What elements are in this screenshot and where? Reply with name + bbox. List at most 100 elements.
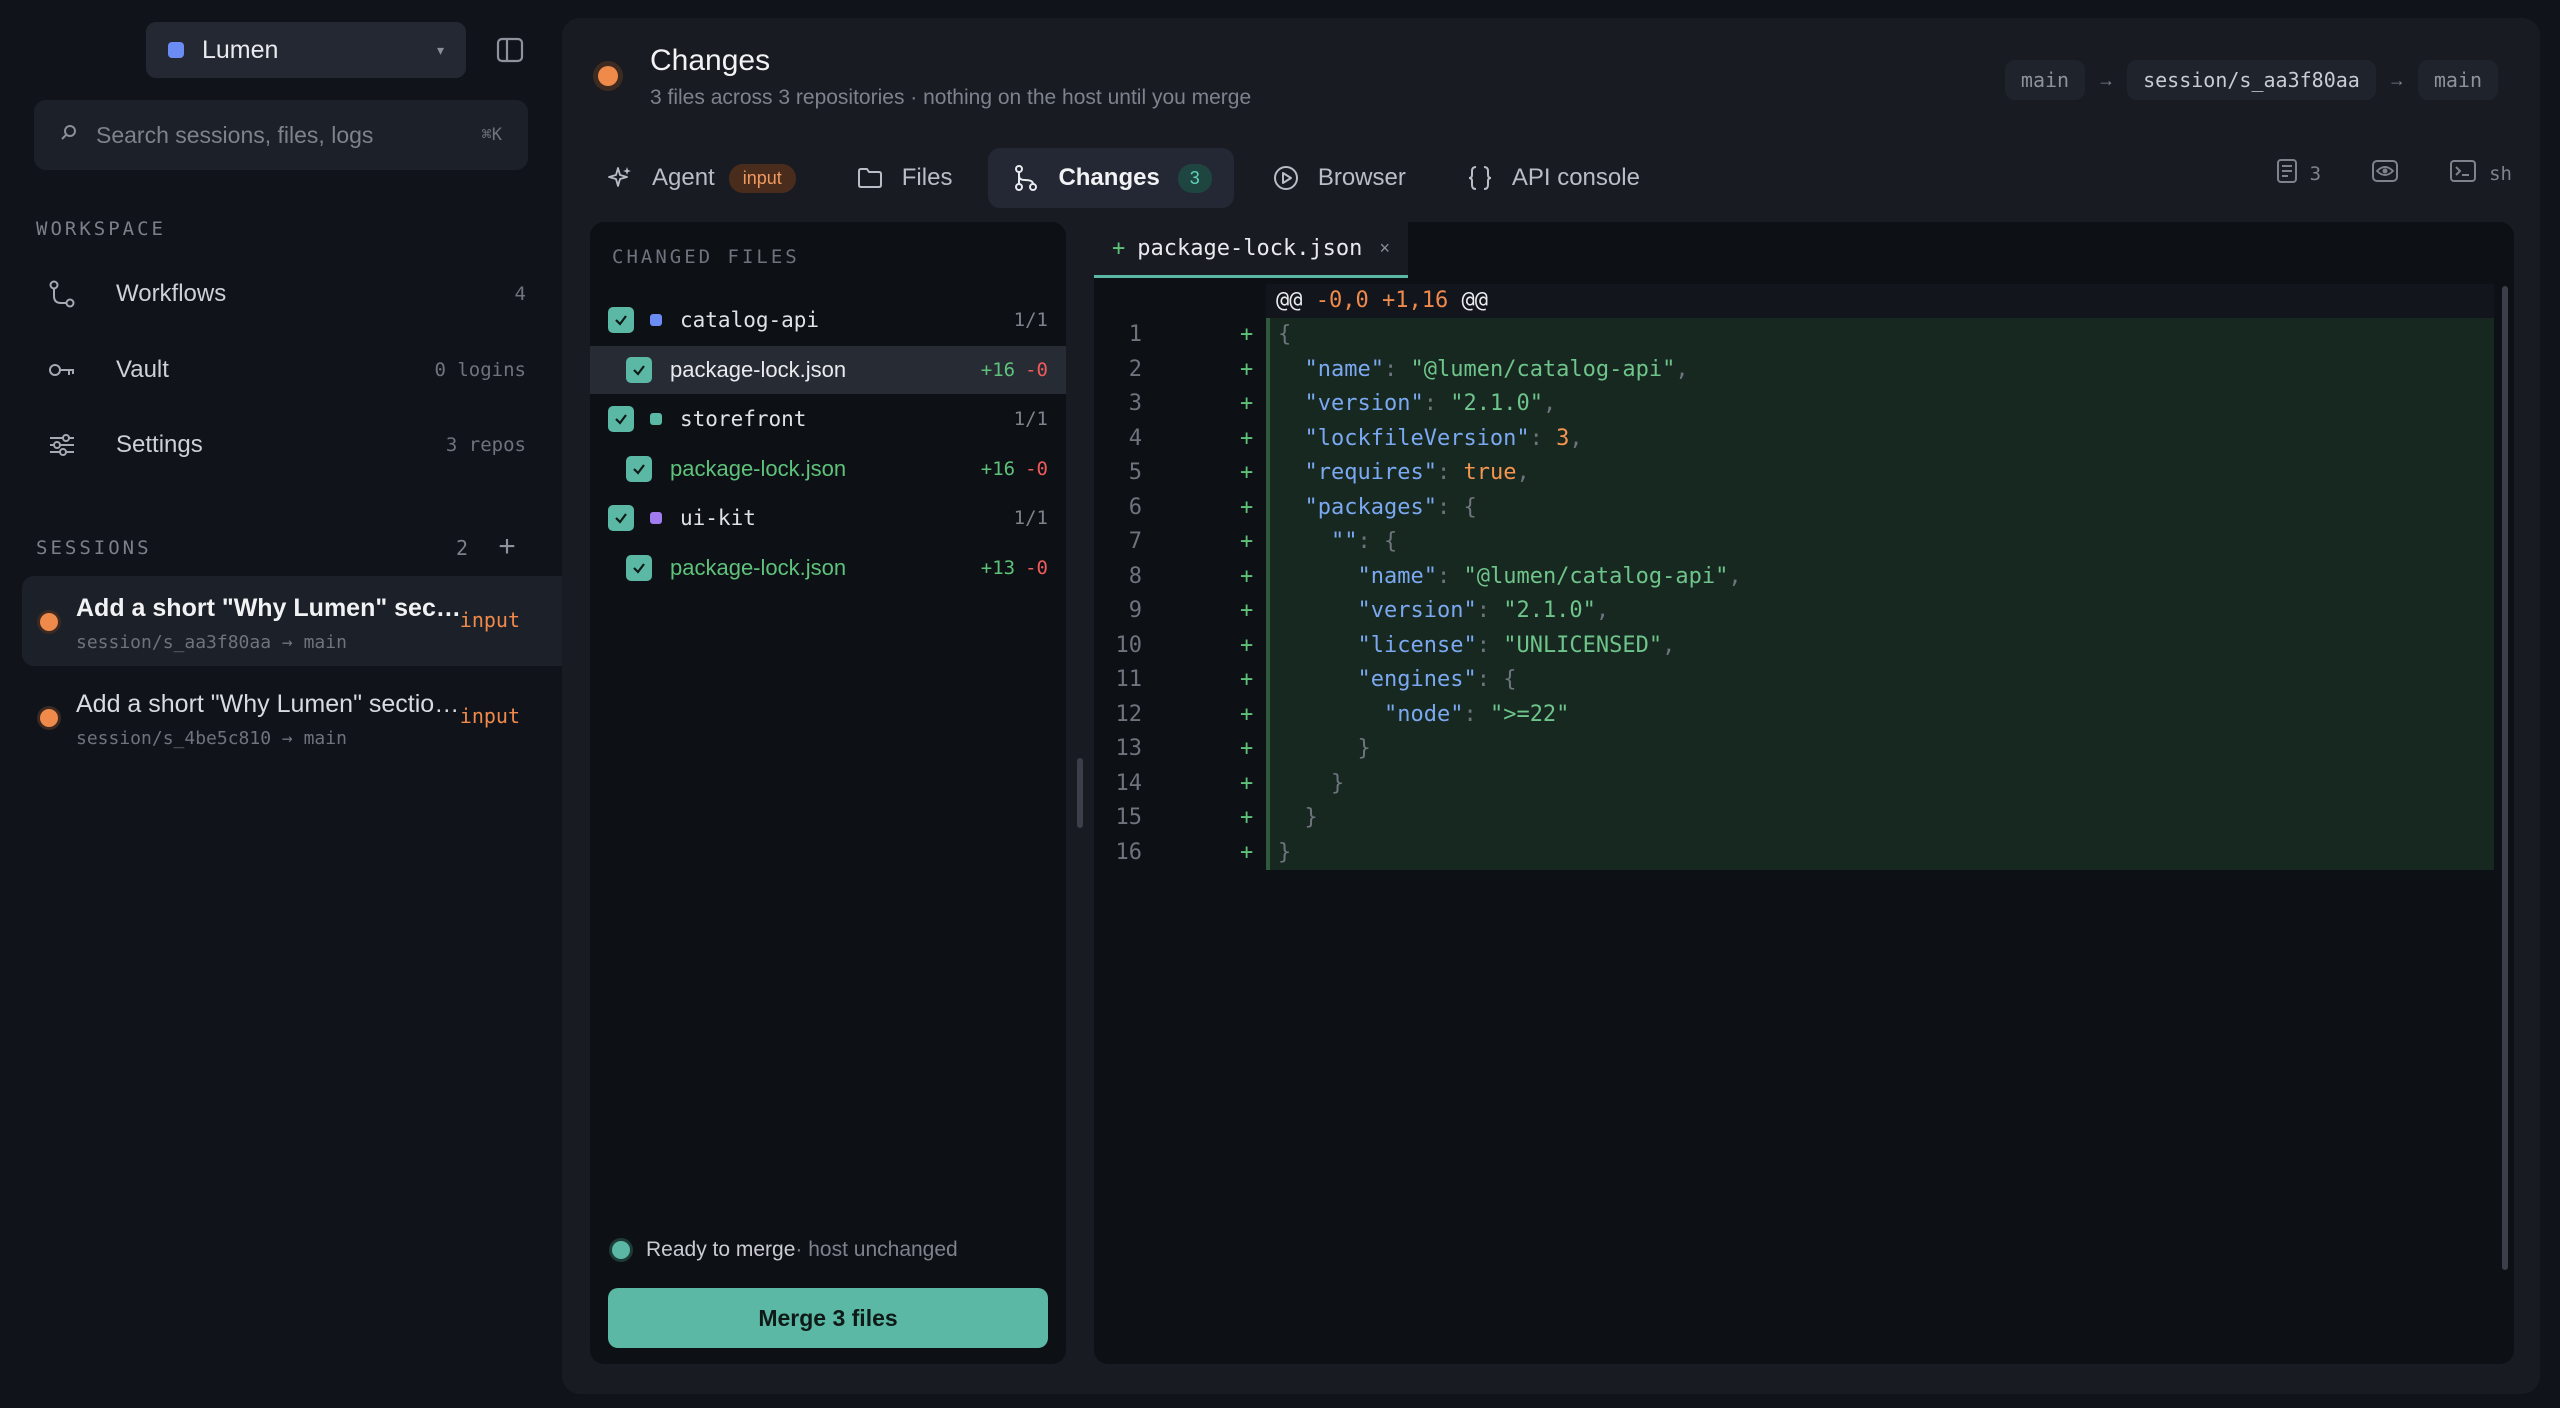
code-text: "version": "2.1.0", [1357,598,1610,623]
eye-icon [2371,158,2399,189]
hunk-old-range: -0,0 [1315,288,1369,313]
sidebar-item-settings[interactable]: Settings 3 repos [22,413,540,477]
added-line-marker: + [1240,494,1254,520]
changed-files-heading: CHANGED FILES [612,246,800,268]
code-text: } [1278,839,1292,865]
file-checkbox[interactable] [626,357,652,383]
session-status-dot [40,613,58,631]
repo-color-dot [650,413,662,425]
merge-button[interactable]: Merge 3 files [608,1288,1048,1348]
chevron-down-icon: ▾ [436,41,444,58]
line-number: 7 [1128,529,1142,554]
docs-button[interactable]: 3 [2276,158,2321,189]
tab-label: Changes [1058,164,1160,191]
hunk-marker: @@ [1461,288,1488,313]
panel-resize-handle[interactable] [1077,758,1083,828]
sidebar-item-workflows[interactable]: Workflows 4 [22,262,540,326]
code-line: 11 + "engines": { [1094,663,2514,698]
session-branch: session/s_4be5c810 → main [76,728,347,749]
session-item[interactable]: Add a short "Why Lumen" section to the R… [22,672,562,762]
file-name: package-lock.json [670,555,847,580]
search-bar: ⌘K [34,100,528,170]
search-input[interactable] [96,121,482,149]
line-number: 14 [1115,770,1143,796]
code-text: } [1304,805,1318,830]
document-icon [2276,158,2298,189]
code-line: 15 + } [1094,801,2514,836]
line-number: 1 [1128,322,1142,347]
file-name: package-lock.json [670,456,847,481]
sidebar-item-label: Workflows [116,280,227,307]
workspace-switcher[interactable]: Lumen ▾ [146,22,466,78]
added-line-marker: + [1240,356,1254,382]
line-number: 15 [1115,805,1143,830]
workspace-section-label: WORKSPACE [36,218,166,240]
file-row[interactable]: package-lock.json +16 -0 [590,445,1066,493]
added-line-marker: + [1240,701,1254,727]
tab-status-badge: input [728,163,796,193]
line-number: 3 [1128,391,1142,416]
repo-checkbox[interactable] [608,406,634,432]
close-icon[interactable]: × [1379,238,1390,259]
sidebar-item-label: Settings [116,431,203,458]
lines-removed: -0 [1025,557,1048,579]
code-line: 8 + "name": "@lumen/catalog-api", [1094,560,2514,595]
session-branch: session/s_aa3f80aa [2127,60,2376,100]
added-line-marker: + [1240,632,1254,658]
code-line: 7 + "": { [1094,525,2514,560]
added-line-marker: + [1240,391,1254,416]
repo-checkbox[interactable] [608,307,634,333]
added-line-marker: + [1240,770,1254,796]
code-line: 3 + "version": "2.1.0", [1094,387,2514,422]
line-number: 2 [1128,356,1142,382]
code-line: 14 + } [1094,767,2514,802]
added-line-marker: + [1240,667,1254,692]
sidebar-item-meta: 0 logins [434,359,526,381]
tab-browser[interactable]: Browser [1248,148,1428,208]
repo-row[interactable]: storefront 1/1 [590,395,1066,443]
terminal-button[interactable]: sh [2449,158,2512,189]
session-status-dot [598,66,618,86]
tab-label: Browser [1317,164,1406,191]
file-row[interactable]: package-lock.json +13 -0 [590,544,1066,592]
added-line-marker: + [1240,529,1254,554]
session-title: Add a short "Why Lumen" section to the R… [76,594,466,622]
workflow-icon [44,276,80,312]
scrollbar[interactable] [2502,286,2508,1270]
editor-tab[interactable]: + package-lock.json × [1094,222,1408,278]
sliders-icon [44,427,80,463]
tab-agent[interactable]: Agent input [582,148,818,208]
sidebar-toggle-icon[interactable] [490,30,530,70]
tab-files[interactable]: Files [832,148,975,208]
file-checkbox[interactable] [626,456,652,482]
code-text: { [1278,322,1292,347]
line-number: 13 [1115,736,1143,761]
repo-count: 1/1 [1013,309,1048,331]
repo-row[interactable]: ui-kit 1/1 [590,494,1066,542]
sessions-count: 2 [456,536,469,560]
branch-flow: main → session/s_aa3f80aa → main [2004,60,2498,100]
file-checkbox[interactable] [626,555,652,581]
code-text: } [1330,770,1345,796]
add-session-button[interactable]: + [494,530,520,564]
line-number: 10 [1115,632,1143,658]
sidebar-item-vault[interactable]: Vault 0 logins [22,338,540,402]
terminal-label: sh [2489,162,2512,185]
line-number: 4 [1128,425,1142,451]
tab-label: Files [901,164,953,191]
preview-button[interactable] [2371,158,2399,189]
repo-row[interactable]: catalog-api 1/1 [590,296,1066,344]
session-item[interactable]: Add a short "Why Lumen" section to the R… [22,576,562,666]
line-number: 6 [1128,494,1142,520]
code-text: "name": "@lumen/catalog-api", [1304,356,1689,382]
code-text: "": { [1330,529,1398,554]
code-line: 16 +} [1094,836,2514,871]
session-branch: session/s_aa3f80aa → main [76,632,347,653]
tab-api-console[interactable]: API console [1442,148,1662,208]
lines-removed: -0 [1025,359,1048,381]
tab-bar: Agent input Files Changes 3 Browser API … [582,148,1676,208]
file-row[interactable]: package-lock.json +16 -0 [590,346,1066,394]
arrow-right-icon: → [2387,69,2406,90]
tab-changes[interactable]: Changes 3 [988,148,1234,208]
repo-checkbox[interactable] [608,505,634,531]
